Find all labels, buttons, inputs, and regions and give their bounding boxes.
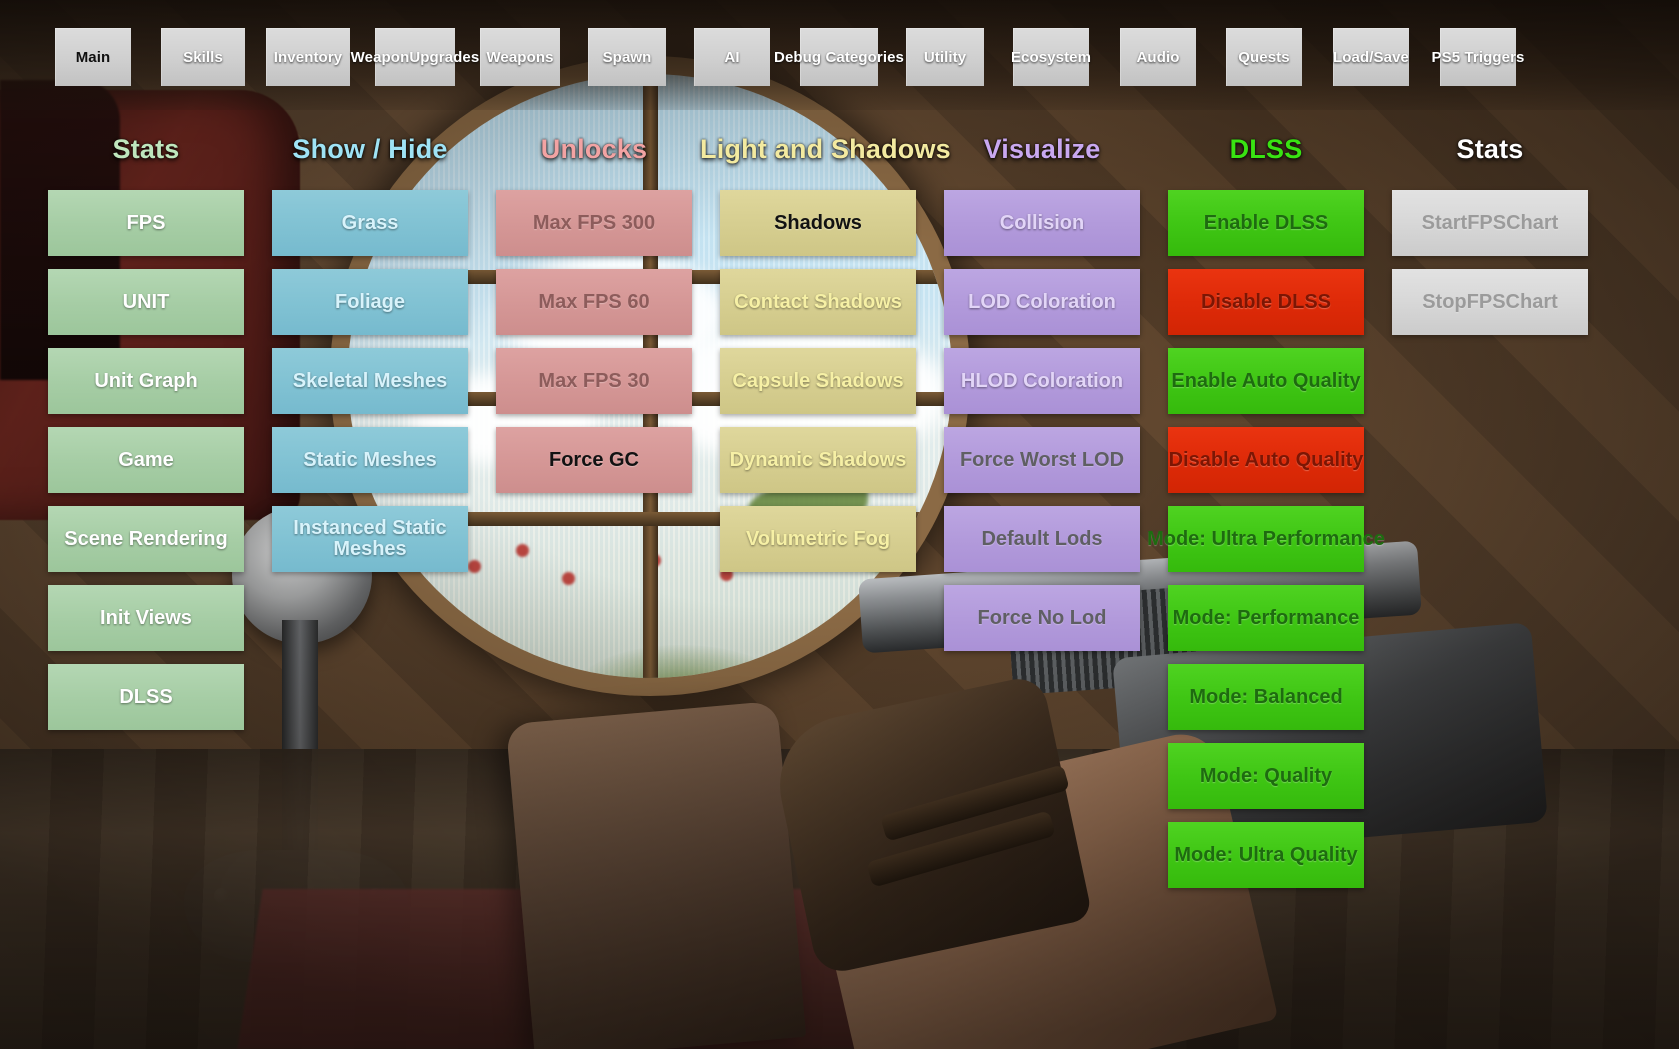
button-volumetric-fog[interactable]: Volumetric Fog xyxy=(720,506,916,572)
button-mode-quality[interactable]: Mode: Quality xyxy=(1168,743,1364,809)
debug-category-tabbar: Main Skills Inventory WeaponUpgrades Weapons… xyxy=(0,0,1679,110)
debug-menu-overlay: Main Skills Inventory WeaponUpgrades Weapons… xyxy=(0,0,1679,1049)
button-mode-ultra-performance[interactable]: Mode: Ultra Performance xyxy=(1147,506,1385,572)
button-skeletal-meshes[interactable]: Skeletal Meshes xyxy=(272,348,468,414)
button-disable-dlss[interactable]: Disable DLSS xyxy=(1168,269,1364,335)
tab-debug-categories[interactable]: Debug Categories xyxy=(774,28,904,86)
column-title-unlocks: Unlocks xyxy=(540,134,648,164)
button-lod-coloration[interactable]: LOD Coloration xyxy=(944,269,1140,335)
button-unit-graph[interactable]: Unit Graph xyxy=(48,348,244,414)
button-capsule-shadows[interactable]: Capsule Shadows xyxy=(720,348,916,414)
button-disable-auto-quality[interactable]: Disable Auto Quality xyxy=(1168,427,1364,493)
tab-ps5-triggers[interactable]: PS5 Triggers xyxy=(1432,28,1524,86)
button-startfpschart[interactable]: StartFPSChart xyxy=(1392,190,1588,256)
tab-quests[interactable]: Quests xyxy=(1226,28,1302,86)
button-mode-balanced[interactable]: Mode: Balanced xyxy=(1168,664,1364,730)
button-collision[interactable]: Collision xyxy=(944,190,1140,256)
button-max-fps-30[interactable]: Max FPS 30 xyxy=(496,348,692,414)
tab-skills[interactable]: Skills xyxy=(161,28,245,86)
tab-load-save[interactable]: Load/Save xyxy=(1333,28,1409,86)
button-mode-ultra-quality[interactable]: Mode: Ultra Quality xyxy=(1168,822,1364,888)
tab-inventory[interactable]: Inventory xyxy=(266,28,350,86)
tab-audio[interactable]: Audio xyxy=(1120,28,1196,86)
button-enable-dlss[interactable]: Enable DLSS xyxy=(1168,190,1364,256)
button-mode-performance[interactable]: Mode: Performance xyxy=(1168,585,1364,651)
tab-utility[interactable]: Utility xyxy=(906,28,984,86)
button-force-worst-lod[interactable]: Force Worst LOD xyxy=(944,427,1140,493)
tab-ai[interactable]: AI xyxy=(694,28,770,86)
button-force-no-lod[interactable]: Force No Lod xyxy=(944,585,1140,651)
button-shadows[interactable]: Shadows xyxy=(720,190,916,256)
button-enable-auto-quality[interactable]: Enable Auto Quality xyxy=(1168,348,1364,414)
button-contact-shadows[interactable]: Contact Shadows xyxy=(720,269,916,335)
tab-main[interactable]: Main xyxy=(55,28,131,86)
button-scene-rendering[interactable]: Scene Rendering xyxy=(48,506,244,572)
tab-weaponupgrades[interactable]: WeaponUpgrades xyxy=(351,28,479,86)
button-stopfpschart[interactable]: StopFPSChart xyxy=(1392,269,1588,335)
button-instanced-static-meshes[interactable]: Instanced Static Meshes xyxy=(272,506,468,572)
button-max-fps-300[interactable]: Max FPS 300 xyxy=(496,190,692,256)
column-title-show-hide: Show / Hide xyxy=(292,134,448,164)
button-unit[interactable]: UNIT xyxy=(48,269,244,335)
column-title-visualize: Visualize xyxy=(983,134,1101,164)
button-max-fps-60[interactable]: Max FPS 60 xyxy=(496,269,692,335)
button-dynamic-shadows[interactable]: Dynamic Shadows xyxy=(720,427,916,493)
column-title-light-shadows: Light and Shadows xyxy=(700,134,951,164)
button-force-gc[interactable]: Force GC xyxy=(496,427,692,493)
column-title-dlss: DLSS xyxy=(1229,134,1303,164)
column-title-stats-right: Stats xyxy=(1456,134,1524,164)
button-game[interactable]: Game xyxy=(48,427,244,493)
game-debug-screen: Main Skills Inventory WeaponUpgrades Weapons… xyxy=(0,0,1679,1049)
button-fps[interactable]: FPS xyxy=(48,190,244,256)
button-dlss[interactable]: DLSS xyxy=(48,664,244,730)
column-title-stats-left: Stats xyxy=(112,134,180,164)
tab-weapons[interactable]: Weapons xyxy=(480,28,560,86)
button-grass[interactable]: Grass xyxy=(272,190,468,256)
tab-spawn[interactable]: Spawn xyxy=(588,28,666,86)
button-static-meshes[interactable]: Static Meshes xyxy=(272,427,468,493)
tab-ecosystem[interactable]: Ecosystem xyxy=(1011,28,1091,86)
button-default-lods[interactable]: Default Lods xyxy=(944,506,1140,572)
button-init-views[interactable]: Init Views xyxy=(48,585,244,651)
button-foliage[interactable]: Foliage xyxy=(272,269,468,335)
button-hlod-coloration[interactable]: HLOD Coloration xyxy=(944,348,1140,414)
